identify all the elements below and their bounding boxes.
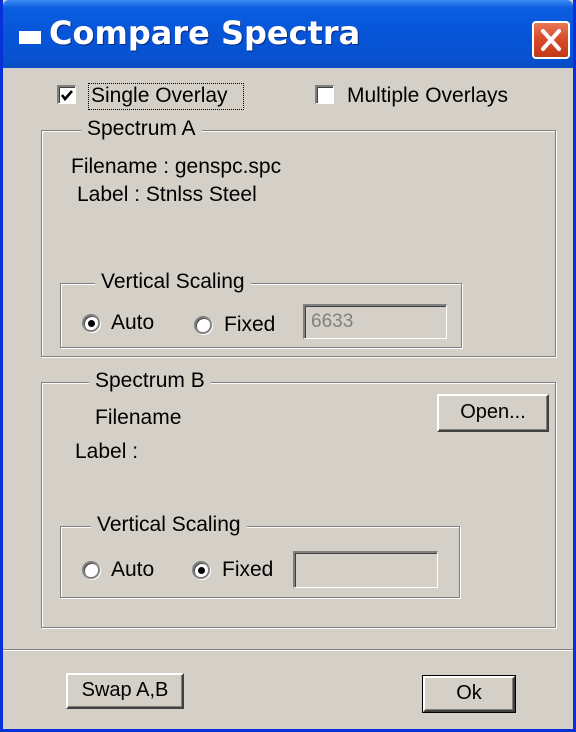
title-bar[interactable]: Compare Spectra <box>3 0 573 68</box>
spectrum-b-auto-radio[interactable] <box>82 561 100 579</box>
spectrum-a-fixed-label[interactable]: Fixed <box>224 313 275 337</box>
spectrum-b-fixed-radio[interactable] <box>192 561 210 579</box>
spectrum-a-fixed-value-input[interactable]: 6633 <box>303 304 447 339</box>
spectrum-b-title: Spectrum B <box>89 369 211 393</box>
swap-button[interactable]: Swap A,B <box>66 673 184 709</box>
window-menu-icon[interactable] <box>19 31 41 44</box>
spectrum-a-title: Spectrum A <box>81 117 202 141</box>
spectrum-a-vertical-scaling-title: Vertical Scaling <box>95 270 251 294</box>
window-title: Compare Spectra <box>49 14 361 52</box>
spectrum-b-fixed-value-input[interactable] <box>293 551 438 588</box>
spectrum-a-filename: Filename : genspc.spc <box>71 155 282 178</box>
spectrum-b-fixed-label[interactable]: Fixed <box>222 558 273 582</box>
single-overlay-label[interactable]: Single Overlay <box>91 84 228 108</box>
close-button[interactable] <box>532 21 570 59</box>
single-overlay-checkbox[interactable] <box>57 85 76 104</box>
multiple-overlays-label[interactable]: Multiple Overlays <box>347 84 508 108</box>
multiple-overlays-checkbox[interactable] <box>315 85 334 104</box>
spectrum-a-auto-radio[interactable] <box>82 314 100 332</box>
compare-spectra-dialog: Compare Spectra Single Overlay Multiple … <box>0 0 576 732</box>
spectrum-b-vertical-scaling-title: Vertical Scaling <box>91 513 247 537</box>
spectrum-a-auto-label[interactable]: Auto <box>111 311 154 335</box>
spectrum-a-fixed-radio[interactable] <box>194 316 212 334</box>
bottom-separator <box>3 649 573 651</box>
spectrum-b-filename: Filename <box>95 406 182 429</box>
spectrum-a-label: Label : Stnlss Steel <box>77 183 257 206</box>
radio-selected-dot <box>88 320 95 327</box>
ok-button[interactable]: Ok <box>422 675 516 713</box>
open-button[interactable]: Open... <box>437 394 549 432</box>
spectrum-b-auto-label[interactable]: Auto <box>111 558 154 582</box>
radio-selected-dot <box>198 567 205 574</box>
checkmark-icon <box>60 90 73 102</box>
close-icon <box>541 29 561 51</box>
spectrum-b-label: Label : <box>75 440 139 463</box>
